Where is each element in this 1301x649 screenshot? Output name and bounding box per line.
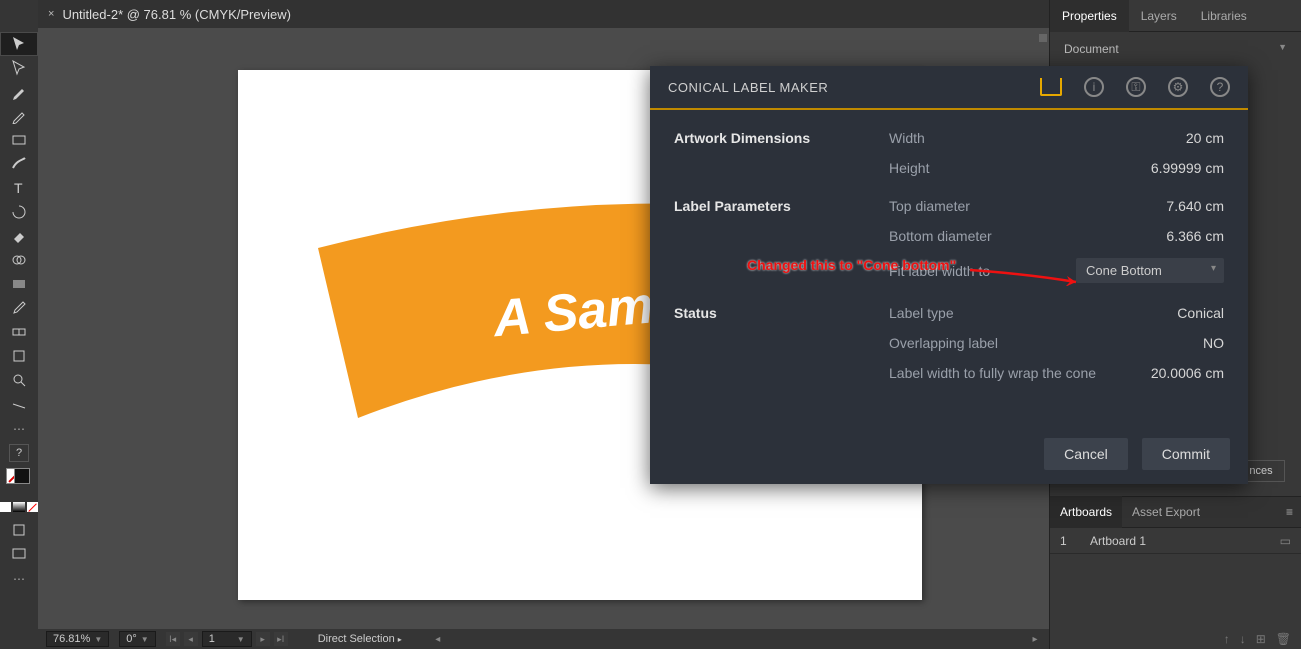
artboard-number: 1 bbox=[1060, 534, 1090, 548]
section-parameters: Label Parameters Top diameter 7.640 cm Bo… bbox=[674, 198, 1224, 283]
selection-tool[interactable] bbox=[0, 32, 38, 56]
svg-text:T: T bbox=[14, 180, 23, 196]
artboard-nav: I◂ ◂ 1▼ ▸ ▸I bbox=[166, 631, 288, 647]
rectangle-tool[interactable] bbox=[0, 128, 38, 152]
lower-panel-tabs: Artboards Asset Export ≡ bbox=[1050, 496, 1301, 528]
shape-builder-tool[interactable] bbox=[0, 248, 38, 272]
key-icon[interactable]: ⚿ bbox=[1126, 77, 1146, 97]
move-down-icon[interactable]: ↓ bbox=[1240, 632, 1246, 646]
section-status: Status Label type Conical Overlapping lab… bbox=[674, 305, 1224, 381]
direct-selection-tool[interactable] bbox=[0, 56, 38, 80]
artboard-footer: ↑ ↓ ⊞ 🗑 bbox=[1050, 629, 1301, 649]
tab-properties[interactable]: Properties bbox=[1050, 0, 1129, 32]
draw-mode-normal[interactable] bbox=[0, 518, 38, 542]
overlapping-value: NO bbox=[1203, 335, 1224, 351]
bottom-diameter-value: 6.366 cm bbox=[1166, 228, 1224, 244]
cancel-button[interactable]: Cancel bbox=[1044, 438, 1128, 470]
commit-button[interactable]: Commit bbox=[1142, 438, 1230, 470]
width-value: 20 cm bbox=[1186, 130, 1224, 146]
artboard-num-field[interactable]: 1▼ bbox=[202, 631, 252, 647]
wrap-width-label: Label width to fully wrap the cone bbox=[889, 365, 1096, 381]
gradient-tool[interactable] bbox=[0, 272, 38, 296]
help-icon[interactable]: ? bbox=[1210, 77, 1230, 97]
overlapping-label: Overlapping label bbox=[889, 335, 998, 351]
more-tools-icon[interactable]: ⋯ bbox=[0, 416, 38, 442]
status-label: Status bbox=[674, 305, 889, 381]
question-tool[interactable]: ? bbox=[9, 444, 29, 462]
screen-mode[interactable] bbox=[0, 542, 38, 566]
parameters-label: Label Parameters bbox=[674, 198, 889, 283]
dialog-header: CONICAL LABEL MAKER i ⚿ ⚙ ? bbox=[650, 66, 1248, 110]
prev-artboard-button[interactable]: ◂ bbox=[184, 632, 198, 646]
tab-layers[interactable]: Layers bbox=[1129, 0, 1189, 32]
color-mode-row[interactable] bbox=[0, 502, 38, 512]
edit-toolbar-icon[interactable]: ⋯ bbox=[0, 566, 38, 592]
type-tool[interactable]: T bbox=[0, 176, 38, 200]
info-icon[interactable]: i bbox=[1084, 77, 1104, 97]
fit-label-select[interactable]: Cone Bottom bbox=[1076, 258, 1224, 283]
document-title: Untitled-2* @ 76.81 % (CMYK/Preview) bbox=[62, 7, 291, 22]
panel-menu-icon[interactable]: ≡ bbox=[1286, 505, 1293, 519]
last-artboard-button[interactable]: ▸I bbox=[274, 632, 288, 646]
eraser-tool[interactable] bbox=[0, 224, 38, 248]
section-dimensions: Artwork Dimensions Width 20 cm Height 6.99… bbox=[674, 130, 1224, 176]
bottom-diameter-label: Bottom diameter bbox=[889, 228, 992, 244]
conical-label-maker-dialog: CONICAL LABEL MAKER i ⚿ ⚙ ? Artwork Dime… bbox=[650, 66, 1248, 484]
dialog-tab-icon[interactable] bbox=[1040, 78, 1062, 96]
dimensions-label: Artwork Dimensions bbox=[674, 130, 889, 176]
zoom-tool[interactable] bbox=[0, 368, 38, 392]
width-label: Width bbox=[889, 130, 925, 146]
zoom-field[interactable]: 76.81%▼ bbox=[46, 631, 109, 647]
label-type-label: Label type bbox=[889, 305, 954, 321]
curvature-tool[interactable] bbox=[0, 104, 38, 128]
move-up-icon[interactable]: ↑ bbox=[1224, 632, 1230, 646]
dialog-title: CONICAL LABEL MAKER bbox=[668, 80, 828, 95]
height-value: 6.99999 cm bbox=[1151, 160, 1224, 176]
height-label: Height bbox=[889, 160, 929, 176]
left-toolbar: T ⋯ ? ⋯ bbox=[0, 0, 38, 649]
artboard-list: 1 Artboard 1 ▭ bbox=[1050, 528, 1301, 629]
gear-icon[interactable]: ⚙ bbox=[1168, 77, 1188, 97]
top-diameter-label: Top diameter bbox=[889, 198, 970, 214]
slice-tool[interactable] bbox=[0, 392, 38, 416]
artboard-row[interactable]: 1 Artboard 1 ▭ bbox=[1050, 528, 1301, 554]
new-artboard-icon[interactable]: ⊞ bbox=[1256, 632, 1266, 646]
artboard-tool[interactable] bbox=[0, 344, 38, 368]
status-bar: 76.81%▼ 0°▼ I◂ ◂ 1▼ ▸ ▸I Direct Selectio… bbox=[38, 629, 1049, 649]
pen-tool[interactable] bbox=[0, 80, 38, 104]
tab-artboards[interactable]: Artboards bbox=[1050, 496, 1122, 528]
selection-label: Direct Selection ▸ bbox=[318, 633, 402, 645]
tab-asset-export[interactable]: Asset Export bbox=[1122, 496, 1210, 528]
next-artboard-button[interactable]: ▸ bbox=[256, 632, 270, 646]
close-tab-icon[interactable]: × bbox=[48, 8, 54, 20]
tab-libraries[interactable]: Libraries bbox=[1189, 0, 1259, 32]
document-tab[interactable]: × Untitled-2* @ 76.81 % (CMYK/Preview) bbox=[38, 0, 301, 28]
artboard-options-icon[interactable]: ▭ bbox=[1280, 534, 1291, 548]
label-type-value: Conical bbox=[1177, 305, 1224, 321]
properties-subheader: Document ▼ bbox=[1050, 32, 1301, 66]
artboard-name: Artboard 1 bbox=[1090, 534, 1280, 548]
delete-artboard-icon[interactable]: 🗑 bbox=[1276, 632, 1291, 646]
stroke-swatch[interactable] bbox=[14, 468, 30, 484]
rotation-field[interactable]: 0°▼ bbox=[119, 631, 155, 647]
rotate-tool[interactable] bbox=[0, 200, 38, 224]
blend-tool[interactable] bbox=[0, 320, 38, 344]
brush-tool[interactable] bbox=[0, 152, 38, 176]
top-diameter-value: 7.640 cm bbox=[1166, 198, 1224, 214]
scroll-left-icon[interactable]: ◂ bbox=[432, 633, 444, 645]
wrap-width-value: 20.0006 cm bbox=[1151, 365, 1224, 381]
fit-label-label: Fit label width to bbox=[889, 263, 990, 279]
scroll-right-icon[interactable]: ▸ bbox=[1029, 633, 1041, 645]
chevron-down-icon[interactable]: ▼ bbox=[1278, 42, 1287, 56]
eyedropper-tool[interactable] bbox=[0, 296, 38, 320]
first-artboard-button[interactable]: I◂ bbox=[166, 632, 180, 646]
right-panel-tabs: Properties Layers Libraries bbox=[1050, 0, 1301, 32]
